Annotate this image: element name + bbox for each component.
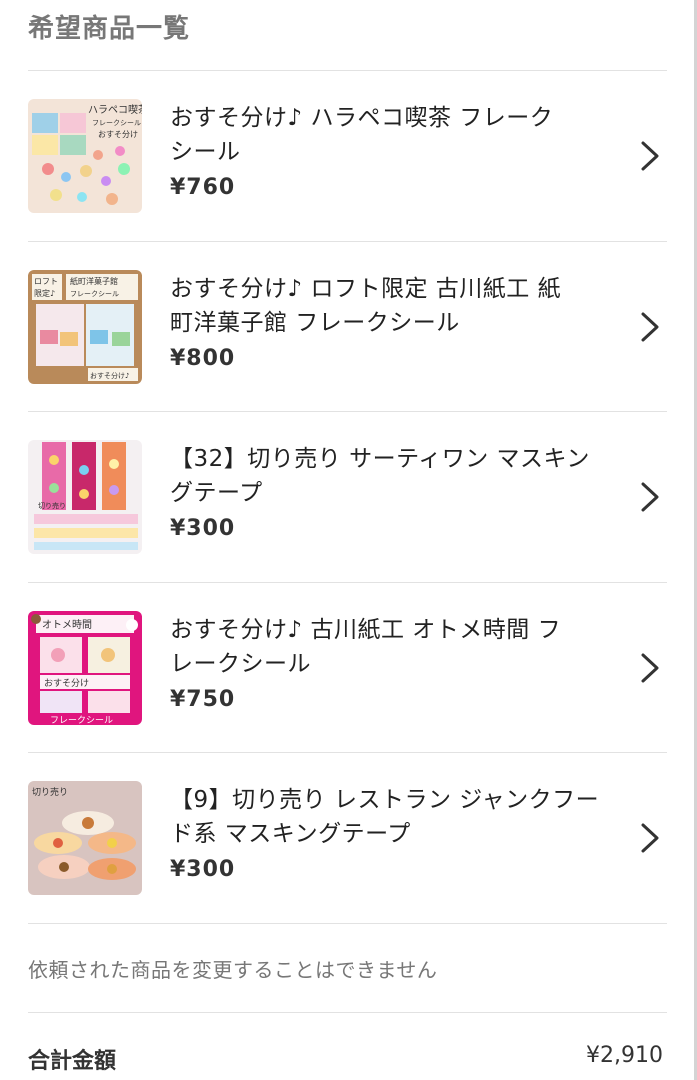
divider [28,923,667,924]
list-item[interactable]: ロフト 限定♪ 紙町洋菓子館 フレークシール おすそ分け♪ おすそ分け♪ ロフト… [0,242,694,412]
list-item[interactable]: オトメ時間 おすそ分け フレークシール おすそ分け♪ 古川紙工 オトメ時間 フ … [0,583,694,753]
list-item[interactable]: 切り売り 【9】切り売り レストラン ジャンクフー ド系 マスキングテープ ¥3… [0,753,694,923]
chevron-right-icon[interactable] [638,481,662,513]
item-name-line: おすそ分け♪ ハラペコ喫茶 フレーク [170,105,554,131]
thumb-label: オトメ時間 [42,619,92,631]
item-price: ¥300 [170,516,236,541]
thumb-label: フレークシール [70,290,119,298]
chevron-right-icon[interactable] [638,140,662,172]
item-name: おすそ分け♪ ハラペコ喫茶 フレーク シール [170,101,610,169]
thumb-label: おすそ分け [44,678,89,689]
chevron-right-icon[interactable] [638,652,662,684]
thumb-label: 切り売り [32,786,68,798]
total-label: 合計金額 [28,1049,117,1074]
item-name-line: シール [170,139,241,165]
thumb-label: ロフト [34,277,58,286]
item-name-line: レークシール [170,651,311,677]
product-thumbnail: 切り売り [28,440,142,554]
item-price: ¥300 [170,857,236,882]
chevron-right-icon[interactable] [638,822,662,854]
item-name-line: 【9】切り売り レストラン ジャンクフー [170,787,600,813]
thumb-label: ハラペコ喫茶 [88,103,142,116]
item-name: おすそ分け♪ 古川紙工 オトメ時間 フ レークシール [170,613,610,681]
thumb-label: 切り売り [38,501,66,510]
divider [28,1012,667,1013]
item-name-line: ド系 マスキングテープ [170,821,411,847]
thumb-label: 限定♪ [34,288,55,298]
item-name: おすそ分け♪ ロフト限定 古川紙工 紙 町洋菓子館 フレークシール [170,272,610,340]
product-thumbnail: ロフト 限定♪ 紙町洋菓子館 フレークシール おすそ分け♪ [28,270,142,384]
product-thumbnail: ハラペコ喫茶 フレークシール おすそ分け [28,99,142,213]
product-thumbnail: オトメ時間 おすそ分け フレークシール [28,611,142,725]
thumb-label: 紙町洋菓子館 [70,276,118,286]
item-name-line: 【32】切り売り サーティワン マスキン [170,446,590,472]
thumb-label: フレークシール [92,119,141,127]
item-name-line: 町洋菓子館 フレークシール [170,310,460,336]
item-name-line: おすそ分け♪ ロフト限定 古川紙工 紙 [170,276,562,302]
item-price: ¥800 [170,346,236,371]
wishlist-page: 希望商品一覧 ハラペコ喫茶 フレークシール おすそ分け おすそ分け♪ ハラペコ喫… [0,0,697,1080]
item-price: ¥750 [170,687,236,712]
item-name-line: グテープ [170,480,263,506]
item-name: 【9】切り売り レストラン ジャンクフー ド系 マスキングテープ [170,783,610,851]
thumb-label: フレークシール [50,715,113,725]
chevron-right-icon[interactable] [638,311,662,343]
total-value: ¥2,910 [586,1043,663,1068]
item-name: 【32】切り売り サーティワン マスキン グテープ [170,442,610,510]
product-thumbnail: 切り売り [28,781,142,895]
change-notice: 依頼された商品を変更することはできません [28,958,438,982]
section-title: 希望商品一覧 [28,14,191,44]
thumb-label: おすそ分け♪ [90,371,129,380]
item-price: ¥760 [170,175,236,200]
list-item[interactable]: ハラペコ喫茶 フレークシール おすそ分け おすそ分け♪ ハラペコ喫茶 フレーク … [0,71,694,241]
item-name-line: おすそ分け♪ 古川紙工 オトメ時間 フ [170,617,562,643]
list-item[interactable]: 切り売り 【32】切り売り サーティワン マスキン グテープ ¥300 [0,412,694,582]
thumb-label: おすそ分け [98,130,138,139]
